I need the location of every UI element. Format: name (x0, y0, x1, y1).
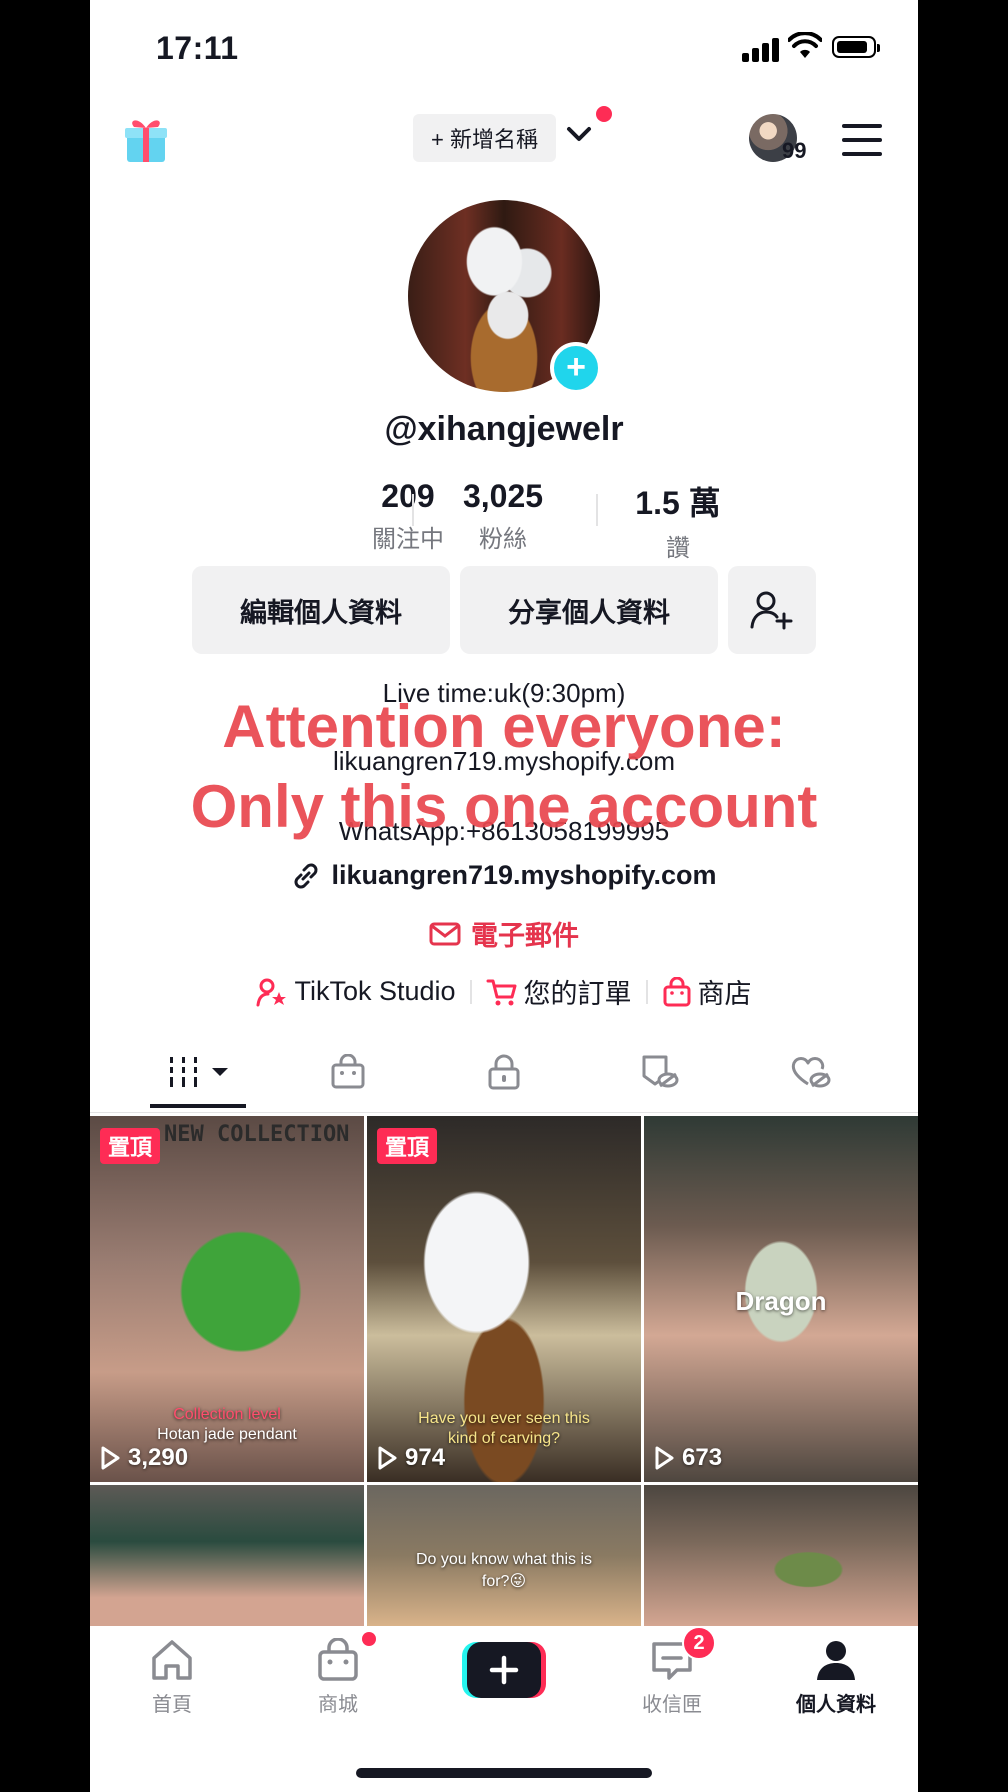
email-label: 電子郵件 (471, 921, 579, 951)
play-icon (101, 1446, 120, 1470)
overlay-text: Only this one account (190, 773, 818, 840)
menu-icon[interactable] (842, 124, 882, 166)
add-friend-button[interactable] (728, 566, 816, 654)
stat-followers[interactable]: 3,025 粉絲 (423, 478, 583, 554)
tiktok-studio-link[interactable]: TikTok Studio (242, 976, 469, 1007)
link-icon (294, 863, 318, 888)
add-friend-icon (750, 591, 793, 630)
add-photo-plus-icon[interactable]: + (550, 342, 602, 394)
video-thumbnail[interactable] (90, 1485, 364, 1626)
profile-link-text: likuangren719.myshopify.com (331, 860, 717, 890)
stat-label: 粉絲 (479, 526, 527, 553)
thumbnail-text: NEW COLLECTION (164, 1122, 350, 1147)
tab-private[interactable] (486, 1054, 522, 1095)
notification-dot (362, 1632, 376, 1646)
mail-icon (429, 922, 461, 945)
stat-label: 讚 (666, 535, 690, 562)
video-thumbnail[interactable]: Dragon 673 (644, 1116, 918, 1482)
nav-inbox-label: 收信匣 (642, 1694, 702, 1716)
email-button[interactable]: 電子郵件 (90, 914, 918, 953)
tab-saved[interactable] (638, 1054, 680, 1095)
profile-person-icon (817, 1641, 855, 1680)
play-count-value: 673 (682, 1444, 723, 1471)
username: @xihangjewelr (384, 410, 624, 448)
video-caption: Do you know what this is (415, 1551, 593, 1568)
cellular-signal-icon (742, 36, 782, 62)
gift-icon[interactable] (124, 114, 168, 164)
video-caption: Hotan jade pendant (157, 1426, 297, 1443)
play-count-value: 974 (405, 1444, 446, 1471)
create-button[interactable] (462, 1642, 546, 1698)
content-tabs (90, 1040, 918, 1112)
add-name-button[interactable]: + 新增名稱 (413, 114, 556, 162)
video-thumbnail[interactable]: NEW COLLECTION 置頂 Collection level Hotan… (90, 1116, 364, 1482)
home-icon (152, 1640, 192, 1680)
play-icon (378, 1446, 397, 1470)
nav-home[interactable]: 首頁 (112, 1638, 232, 1717)
play-count-value: 3,290 (128, 1444, 189, 1471)
nav-mall-label: 商城 (318, 1694, 358, 1716)
stat-value: 1.5 萬 (635, 485, 721, 521)
chevron-down-icon[interactable] (566, 126, 592, 144)
nav-profile[interactable]: 個人資料 (776, 1638, 896, 1717)
video-thumbnail[interactable] (644, 1485, 918, 1626)
account-badge-count: 99 (782, 138, 807, 163)
pinned-badge: 置頂 (377, 1128, 438, 1164)
active-tab-indicator (150, 1104, 246, 1108)
shopping-bag-icon (663, 976, 691, 1006)
orders-label: 您的訂單 (523, 979, 632, 1009)
heart-hidden-icon (791, 1057, 831, 1088)
video-thumbnail[interactable]: 置頂 Have you ever seen this kind of carvi… (367, 1116, 641, 1482)
tabs-divider (90, 1112, 918, 1113)
tools-row: TikTok Studio 您的訂單 商店 (90, 972, 918, 1011)
thumbnail-text: Dragon (735, 1286, 827, 1316)
nav-home-label: 首頁 (152, 1694, 192, 1716)
stat-divider (412, 494, 414, 526)
video-caption: Collection level (173, 1406, 281, 1423)
edit-profile-button[interactable]: 編輯個人資料 (192, 566, 450, 654)
nav-mall[interactable]: 商城 (278, 1632, 398, 1717)
overlay-text: Attention everyone: (222, 693, 786, 760)
shop-link[interactable]: 商店 (648, 972, 766, 1011)
video-caption: for?😜 (481, 1573, 527, 1590)
wifi-icon (788, 32, 822, 58)
play-icon (655, 1446, 674, 1470)
play-count: 3,290 (100, 1444, 188, 1472)
tab-shop[interactable] (330, 1053, 366, 1095)
stat-value: 3,025 (462, 478, 544, 514)
profile-link[interactable]: likuangren719.myshopify.com (90, 860, 918, 891)
tab-videos[interactable] (168, 1054, 234, 1095)
home-indicator (356, 1768, 652, 1778)
play-count: 673 (654, 1444, 722, 1472)
lock-icon (488, 1054, 520, 1090)
video-caption: Have you ever seen this (418, 1410, 590, 1427)
share-profile-button[interactable]: 分享個人資料 (460, 566, 718, 654)
nav-inbox[interactable]: 收信匣 2 (612, 1626, 732, 1717)
video-thumbnail[interactable]: Do you know what this is for?😜 (367, 1485, 641, 1626)
stat-likes[interactable]: 1.5 萬 讚 (598, 478, 758, 563)
inbox-badge: 2 (682, 1626, 716, 1660)
play-count: 974 (377, 1444, 445, 1472)
battery-icon (832, 36, 880, 58)
grid-icon (170, 1057, 228, 1087)
tab-liked[interactable] (790, 1054, 832, 1095)
status-time: 17:11 (156, 30, 239, 66)
shopping-bag-icon (331, 1053, 365, 1089)
phone-screen: 17:11 + 新增名稱 99 + @xihangjewelr 209 關注中 … (90, 0, 918, 1792)
bookmark-hidden-icon (642, 1055, 679, 1088)
cart-icon (486, 979, 517, 1005)
studio-person-star-icon (256, 978, 287, 1006)
shop-label: 商店 (697, 979, 752, 1009)
notification-dot (596, 106, 612, 122)
pinned-badge: 置頂 (100, 1128, 161, 1164)
shopping-bag-icon (318, 1637, 358, 1681)
nav-profile-label: 個人資料 (796, 1694, 876, 1716)
tiktok-studio-label: TikTok Studio (294, 976, 456, 1006)
orders-link[interactable]: 您的訂單 (472, 972, 646, 1011)
